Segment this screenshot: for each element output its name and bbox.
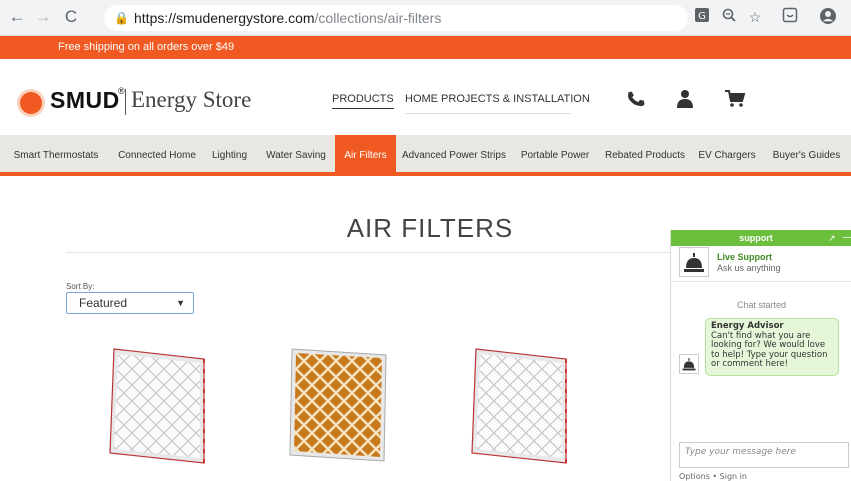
product-card-1[interactable] <box>108 345 208 465</box>
chat-message: Energy Advisor Can't find what you are l… <box>705 318 839 376</box>
logo-divider <box>125 89 126 115</box>
extension-icon[interactable] <box>780 7 800 27</box>
chat-live-subtitle: Ask us anything <box>717 263 781 273</box>
air-filter-image <box>471 348 567 464</box>
cart-icon[interactable] <box>724 89 746 115</box>
category-smart-thermostats[interactable]: Smart Thermostats <box>0 135 112 176</box>
category-air-filters[interactable]: Air Filters <box>335 135 396 176</box>
product-card-2[interactable] <box>288 345 388 465</box>
sort-select[interactable]: Featured ▼ <box>66 292 194 314</box>
chat-header[interactable]: support ↗ — <box>671 230 851 246</box>
forward-icon[interactable]: → <box>32 6 54 28</box>
chat-live-title: Live Support <box>717 252 773 262</box>
translate-icon[interactable]: G <box>692 7 712 27</box>
logo-registered-mark: ® <box>118 86 125 96</box>
logo-store-name[interactable]: Energy Store <box>131 87 251 113</box>
logo-brand[interactable]: SMUD <box>50 87 120 114</box>
nav-divider <box>405 113 571 114</box>
category-nav: Smart Thermostats Connected Home Lightin… <box>0 135 851 176</box>
url-host: https://smudenergystore.com <box>134 10 315 26</box>
popout-icon[interactable]: ↗ <box>828 230 836 246</box>
category-rebated-products[interactable]: Rebated Products <box>598 135 692 176</box>
chat-widget: support ↗ — Live Support Ask us anything… <box>670 230 851 481</box>
nav-products[interactable]: PRODUCTS <box>332 93 394 109</box>
address-bar[interactable]: 🔒 https://smudenergystore.com/collections… <box>104 5 688 31</box>
sort-value: Featured <box>79 296 128 310</box>
account-icon[interactable] <box>676 89 694 115</box>
reload-icon[interactable]: C <box>60 6 82 28</box>
category-connected-home[interactable]: Connected Home <box>112 135 202 176</box>
lock-icon: 🔒 <box>114 11 129 25</box>
chat-footer-links[interactable]: Options • Sign in <box>679 472 747 481</box>
category-water-saving[interactable]: Water Saving <box>257 135 335 176</box>
bookmark-star-icon[interactable]: ☆ <box>745 7 765 27</box>
sort-label: Sort By: <box>66 282 95 291</box>
site-header: SMUD ® Energy Store PRODUCTS HOME PROJEC… <box>0 59 851 135</box>
profile-icon[interactable] <box>818 7 838 27</box>
url-path: /collections/air-filters <box>314 10 442 26</box>
air-filter-image <box>109 348 205 464</box>
promo-text: Free shipping on all orders over $49 <box>58 41 235 53</box>
category-portable-power[interactable]: Portable Power <box>512 135 598 176</box>
logo-circle-icon[interactable] <box>20 92 42 114</box>
chat-divider <box>671 281 851 282</box>
zoom-icon[interactable] <box>719 7 739 27</box>
chat-message-input[interactable]: Type your message here <box>679 442 849 468</box>
browser-toolbar: ← → C 🔒 https://smudenergystore.com/colle… <box>0 0 851 36</box>
category-ev-chargers[interactable]: EV Chargers <box>692 135 762 176</box>
agent-bell-icon <box>679 354 699 374</box>
page-title: AIR FILTERS <box>346 213 514 243</box>
chat-message-text: Can't find what you are looking for? We … <box>711 330 828 369</box>
svg-text:G: G <box>698 11 706 22</box>
category-lighting[interactable]: Lighting <box>202 135 257 176</box>
chat-status: Chat started <box>736 300 787 310</box>
chat-header-title: support <box>739 233 773 243</box>
service-bell-icon <box>679 247 709 277</box>
minimize-icon[interactable]: — <box>843 230 851 245</box>
title-divider <box>66 252 670 253</box>
nav-home-projects[interactable]: HOME PROJECTS & INSTALLATION <box>405 93 590 105</box>
promo-banner: Free shipping on all orders over $49 <box>0 36 851 59</box>
chevron-down-icon: ▼ <box>176 298 185 308</box>
category-advanced-power-strips[interactable]: Advanced Power Strips <box>396 135 512 176</box>
category-buyers-guides[interactable]: Buyer's Guides <box>762 135 851 176</box>
air-filter-image <box>289 348 387 462</box>
product-card-3[interactable] <box>470 345 570 465</box>
back-icon[interactable]: ← <box>6 6 28 28</box>
phone-icon[interactable] <box>626 89 646 115</box>
